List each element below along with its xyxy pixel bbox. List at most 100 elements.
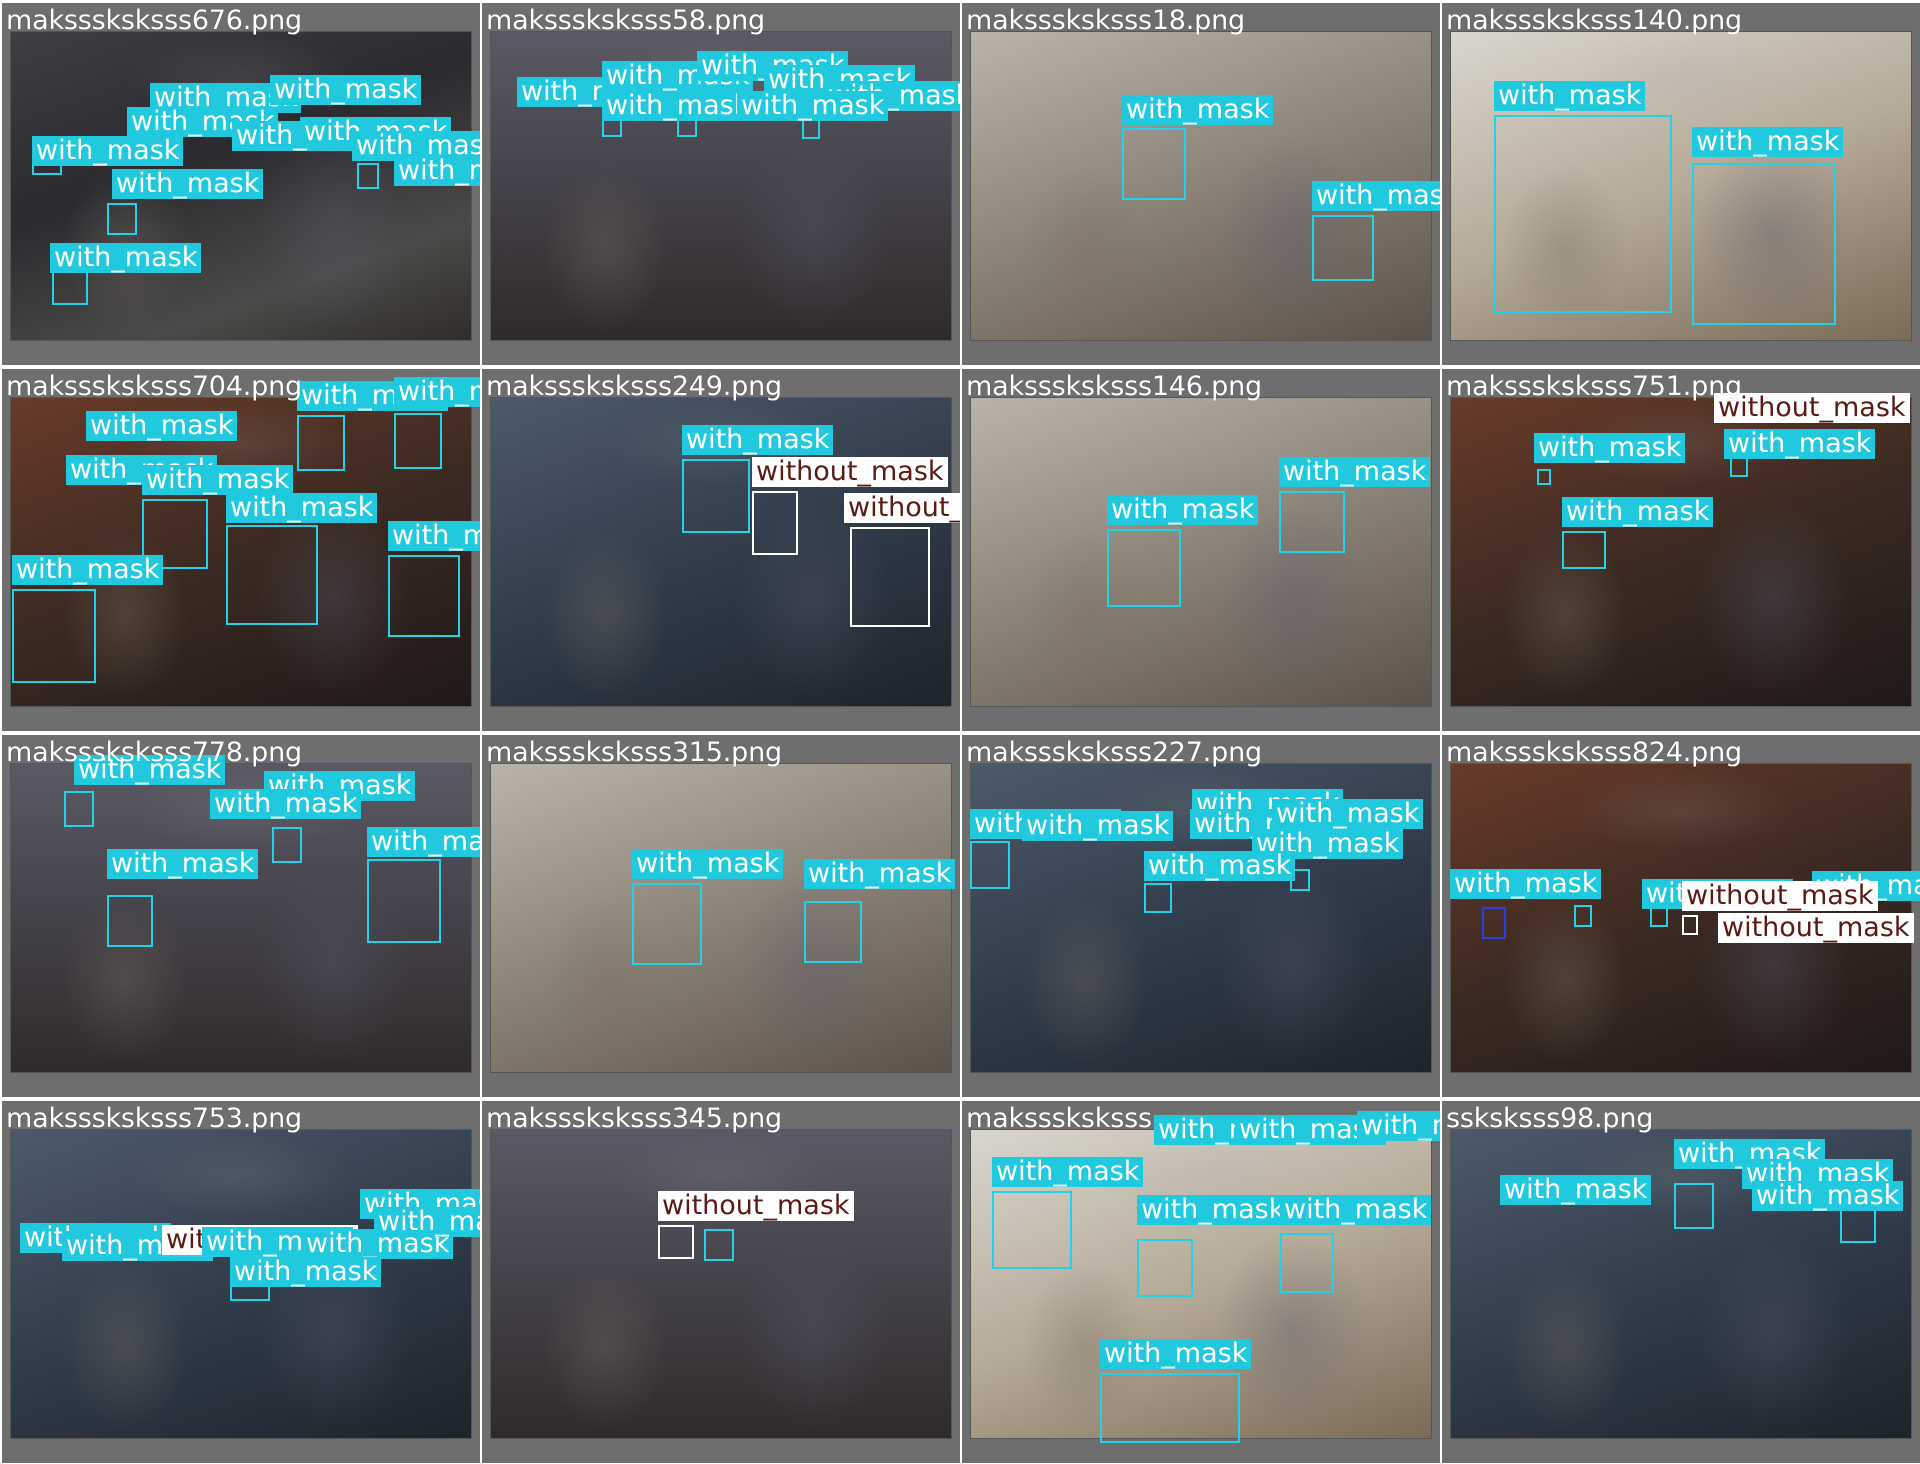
- file-name: maksssksksss: [966, 1103, 1152, 1134]
- file-name: maksssksksss345.png: [486, 1103, 782, 1134]
- with-mask-box: [1494, 115, 1672, 313]
- with-mask-label: with_mask: [388, 521, 480, 551]
- with-mask-label: with_mask: [1724, 429, 1876, 459]
- with-mask-label: with_mask: [1357, 1111, 1440, 1141]
- image-tile[interactable]: with_mask with_mask maksssksksss146.png: [962, 369, 1440, 731]
- with-mask-box: [802, 119, 820, 139]
- with-mask-label: with_mask: [1280, 1195, 1432, 1225]
- with-mask-label: with_mask: [1122, 95, 1274, 125]
- with-mask-box: [1279, 491, 1345, 553]
- file-name: maksssksksss824.png: [1446, 737, 1742, 768]
- image-tile[interactable]: with_mask with_mask maksssksksss18.png: [962, 3, 1440, 365]
- with-mask-box: [1482, 907, 1506, 939]
- with-mask-label: with_mask: [737, 91, 889, 121]
- file-name: maksssksksss18.png: [966, 5, 1245, 36]
- with-mask-box: [1312, 215, 1374, 281]
- file-name: maksssksksss249.png: [486, 371, 782, 402]
- with-mask-box: [1537, 469, 1551, 485]
- without-mask-box: [658, 1225, 694, 1259]
- with-mask-box: [1144, 883, 1172, 913]
- with-mask-box: [1730, 457, 1748, 477]
- with-mask-label: with_mask: [210, 789, 362, 819]
- with-mask-label: with_mask: [86, 411, 238, 441]
- without-mask-box: [1682, 915, 1698, 935]
- file-name: maksssksksss753.png: [6, 1103, 302, 1134]
- file-name: ssksksss98.png: [1446, 1103, 1654, 1134]
- with-mask-box: [64, 791, 94, 827]
- photo: [490, 763, 952, 1073]
- with-mask-box: [1562, 531, 1606, 569]
- file-name: maksssksksss676.png: [6, 5, 302, 36]
- without-mask-label: without_mask: [1714, 393, 1910, 423]
- with-mask-box: [1280, 1233, 1334, 1293]
- image-tile[interactable]: with_mask with_mask with_mask with_mask …: [1442, 1101, 1920, 1463]
- image-tile[interactable]: with_mask with_mask maksssksksss140.png: [1442, 3, 1920, 365]
- with-mask-label: with_mask: [270, 75, 422, 105]
- with-mask-label: with_mask: [107, 849, 259, 879]
- file-name: maksssksksss778.png: [6, 737, 302, 768]
- with-mask-box: [1137, 1239, 1193, 1297]
- with-mask-label: with_mask: [1450, 869, 1602, 899]
- with-mask-box: [12, 589, 96, 683]
- with-mask-label: with_mask: [682, 425, 834, 455]
- image-tile[interactable]: without_mask maksssksksss345.png: [482, 1101, 960, 1463]
- image-tile[interactable]: with_mask with_mask with_mask with_mask …: [2, 369, 480, 731]
- with-mask-box: [1674, 1183, 1714, 1229]
- with-mask-box: [107, 203, 137, 235]
- image-tile[interactable]: with_mask with_mask with_mask with_mask …: [962, 735, 1440, 1097]
- with-mask-label: with_mask: [804, 859, 956, 889]
- with-mask-label: with_mask: [50, 243, 202, 273]
- image-tile[interactable]: with_mask with_mask with_mask with_mask …: [2, 735, 480, 1097]
- with-mask-box: [388, 555, 460, 637]
- image-tile[interactable]: with_mask with_mask maksssksksss315.png: [482, 735, 960, 1097]
- with-mask-label: with_mask: [1107, 495, 1259, 525]
- with-mask-label: with_mask: [394, 377, 480, 407]
- with-mask-label: with_mask: [112, 169, 264, 199]
- without-mask-box: [850, 527, 930, 627]
- with-mask-label: with_mask: [226, 493, 378, 523]
- with-mask-label: with_mask: [374, 1207, 480, 1237]
- with-mask-box: [1574, 905, 1592, 927]
- with-mask-label: with_mask: [32, 136, 184, 166]
- detection-results-grid: with_mask with_mask with_mask with_mask …: [0, 0, 1920, 1464]
- with-mask-box: [357, 163, 379, 189]
- without-mask-box: [752, 491, 798, 555]
- with-mask-box: [1692, 163, 1836, 325]
- with-mask-box: [226, 525, 318, 625]
- with-mask-label: with_mask: [1100, 1339, 1252, 1369]
- with-mask-label: with_mask: [367, 827, 480, 857]
- file-name: maksssksksss146.png: [966, 371, 1262, 402]
- with-mask-label: with_mask: [602, 91, 754, 121]
- without-mask-label: without_mask: [1682, 881, 1878, 911]
- file-name: maksssksksss315.png: [486, 737, 782, 768]
- image-tile[interactable]: with_mask with_mask without_mask with_ma…: [2, 1101, 480, 1463]
- image-tile[interactable]: with_mask with_mask with_mask without_ma…: [1442, 735, 1920, 1097]
- with-mask-box: [804, 901, 862, 963]
- file-name: maksssksksss704.png: [6, 371, 302, 402]
- with-mask-box: [272, 827, 302, 863]
- file-name: maksssksksss58.png: [486, 5, 765, 36]
- with-mask-label: with_mask: [1279, 457, 1431, 487]
- without-mask-label: without_mask: [1718, 913, 1914, 943]
- with-mask-label: with_mask: [1562, 497, 1714, 527]
- with-mask-box: [704, 1229, 734, 1261]
- with-mask-label: with_mask: [12, 555, 164, 585]
- file-name: maksssksksss227.png: [966, 737, 1262, 768]
- without-mask-label: without_mask: [752, 457, 948, 487]
- with-mask-label: with_mask: [230, 1257, 382, 1287]
- with-mask-box: [632, 883, 702, 965]
- with-mask-box: [1100, 1373, 1240, 1443]
- with-mask-label: with_mask: [992, 1157, 1144, 1187]
- with-mask-label: with_mask: [1494, 81, 1646, 111]
- image-tile[interactable]: without_mask with_mask with_mask with_ma…: [1442, 369, 1920, 731]
- image-tile[interactable]: with_mask without_mask without_mask maks…: [482, 369, 960, 731]
- image-tile[interactable]: with_mask with_mask with_mask with_mask …: [482, 3, 960, 365]
- image-tile[interactable]: with_mask with_mask with_mask with_mask …: [962, 1101, 1440, 1463]
- with-mask-label: with_mask: [1144, 851, 1296, 881]
- with-mask-box: [367, 859, 441, 943]
- file-name: maksssksksss140.png: [1446, 5, 1742, 36]
- with-mask-box: [394, 413, 442, 469]
- with-mask-label: with_mask: [1022, 811, 1174, 841]
- image-tile[interactable]: with_mask with_mask with_mask with_mask …: [2, 3, 480, 365]
- with-mask-label: with_mask: [1534, 433, 1686, 463]
